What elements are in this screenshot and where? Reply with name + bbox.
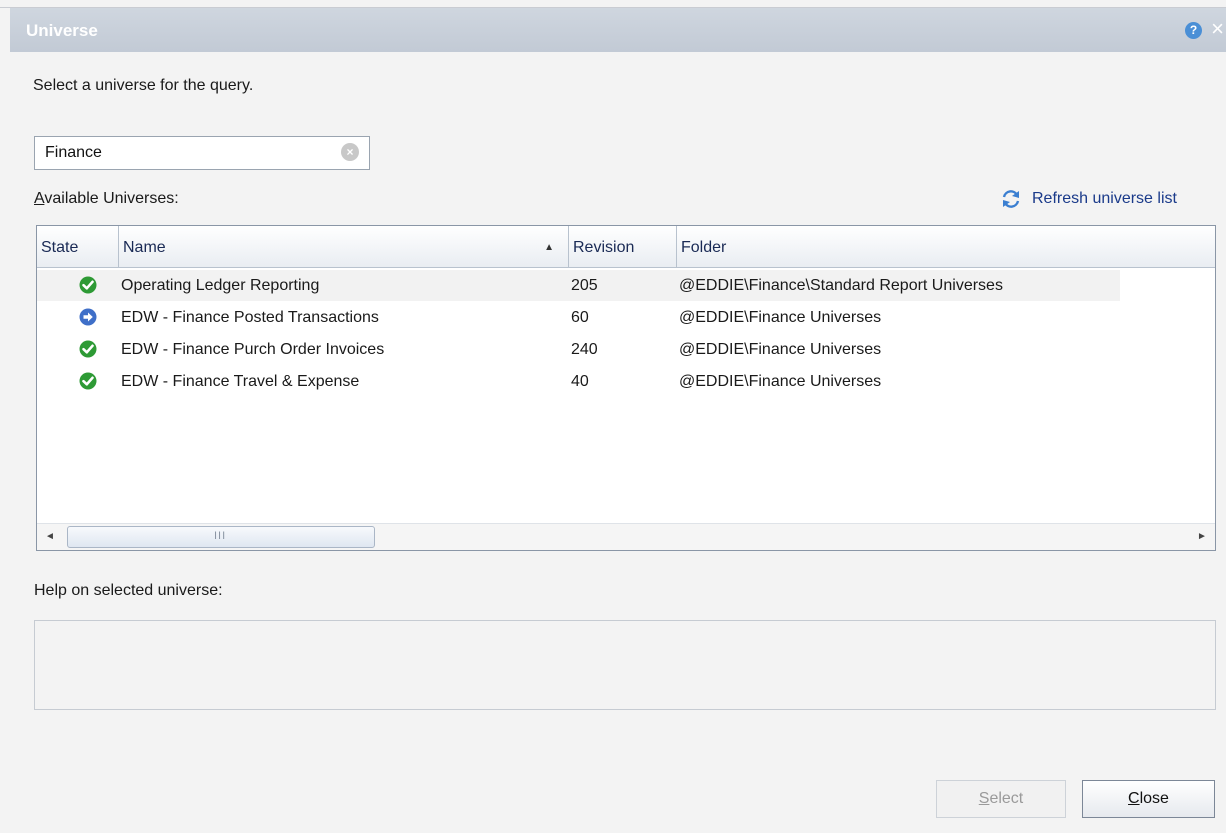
check-icon xyxy=(79,340,97,358)
refresh-universe-list-link[interactable]: Refresh universe list xyxy=(1000,188,1177,210)
universe-dialog: Universe ? × Select a universe for the q… xyxy=(0,0,1226,833)
row-name: EDW - Finance Posted Transactions xyxy=(121,309,379,326)
column-header-state[interactable]: State xyxy=(37,226,119,267)
row-revision: 60 xyxy=(571,309,589,326)
select-mnemonic: S xyxy=(978,790,990,807)
table-row[interactable]: EDW - Finance Purch Order Invoices 240 @… xyxy=(37,334,1120,365)
check-icon xyxy=(79,276,97,294)
refresh-label: Refresh universe list xyxy=(1032,190,1177,207)
row-revision: 240 xyxy=(571,341,598,358)
refresh-icon xyxy=(1002,190,1020,208)
search-field[interactable]: × xyxy=(34,136,370,170)
close-button[interactable]: Close xyxy=(1082,780,1215,818)
title-bar: Universe ? × xyxy=(10,8,1226,52)
table-row[interactable]: Operating Ledger Reporting 205 @EDDIE\Fi… xyxy=(37,270,1120,301)
grip-icon: III xyxy=(214,530,227,542)
available-universes-label: Available Universes: xyxy=(34,190,179,208)
instruction-text: Select a universe for the query. xyxy=(33,77,254,94)
row-revision: 205 xyxy=(571,277,598,294)
table-row[interactable]: EDW - Finance Travel & Expense 40 @EDDIE… xyxy=(37,366,1120,397)
row-name: EDW - Finance Purch Order Invoices xyxy=(121,341,385,358)
dialog-title: Universe xyxy=(26,21,98,40)
table-header: State Name ▲ Revision Folder xyxy=(37,226,1215,268)
help-icon[interactable]: ? xyxy=(1185,22,1202,39)
column-header-revision[interactable]: Revision xyxy=(569,226,677,267)
close-icon[interactable]: × xyxy=(1211,17,1224,41)
row-folder: @EDDIE\Finance\Standard Report Universes xyxy=(679,277,1003,294)
universe-table: State Name ▲ Revision Folder Operating L… xyxy=(36,225,1216,551)
scrollbar-thumb[interactable]: III xyxy=(67,526,375,548)
select-label: elect xyxy=(989,790,1024,807)
row-name: Operating Ledger Reporting xyxy=(121,277,320,294)
row-name: EDW - Finance Travel & Expense xyxy=(121,373,360,390)
scroll-left-icon[interactable]: ◄ xyxy=(41,528,59,546)
row-folder: @EDDIE\Finance Universes xyxy=(679,309,882,326)
search-input[interactable] xyxy=(45,142,335,164)
horizontal-scrollbar[interactable]: ◄ III ► xyxy=(37,523,1215,550)
check-icon xyxy=(79,372,97,390)
top-border xyxy=(0,0,1226,8)
arrow-right-icon xyxy=(79,308,97,326)
table-row[interactable]: EDW - Finance Posted Transactions 60 @ED… xyxy=(37,302,1120,333)
available-label-text: vailable Universes: xyxy=(44,190,179,207)
row-folder: @EDDIE\Finance Universes xyxy=(679,373,882,390)
column-header-folder[interactable]: Folder xyxy=(677,226,1215,267)
help-text-area xyxy=(34,620,1216,710)
row-revision: 40 xyxy=(571,373,589,390)
available-label-mnemonic: A xyxy=(34,190,45,207)
help-label: Help on selected universe: xyxy=(34,582,223,599)
scroll-right-icon[interactable]: ► xyxy=(1193,528,1211,546)
select-button[interactable]: Select xyxy=(936,780,1066,818)
clear-icon[interactable]: × xyxy=(341,143,359,161)
sort-ascending-icon: ▲ xyxy=(544,242,554,253)
column-header-name[interactable]: Name ▲ xyxy=(119,226,569,267)
row-folder: @EDDIE\Finance Universes xyxy=(679,341,882,358)
close-label: lose xyxy=(1139,790,1169,807)
column-header-name-label: Name xyxy=(123,239,166,256)
close-mnemonic: C xyxy=(1128,790,1140,807)
